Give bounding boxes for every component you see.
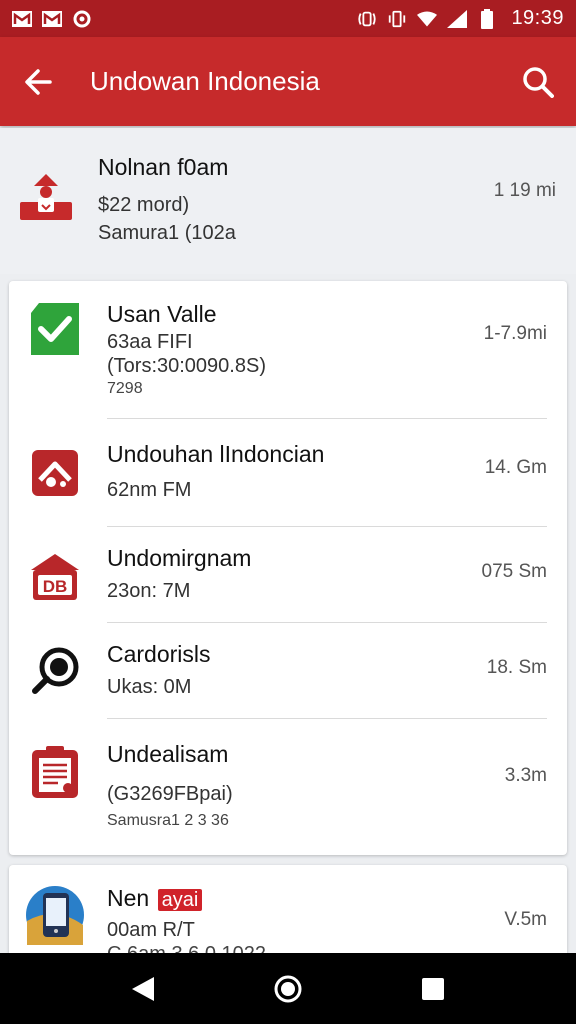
search-icon [523, 66, 554, 98]
search-button[interactable] [500, 37, 576, 126]
item-detail: 63aa FIFI [107, 331, 193, 353]
gmail-icon [12, 10, 32, 28]
item-name: Undouhan lIndoncian [107, 441, 325, 467]
item-detail: (G3269FBpai) [107, 783, 233, 805]
item-detail: 23on: 7M [107, 580, 191, 602]
page-title: Undowan Indonesia [90, 66, 320, 96]
item-name: Cardorisls [107, 641, 211, 667]
item-distance: 1 19 mi [493, 180, 556, 201]
magnifier-icon [27, 643, 83, 699]
list-item[interactable]: Usan Valle 63aa FIFI (Tors:30:0090.8S) 7… [9, 281, 567, 419]
nfc-icon [357, 10, 377, 28]
nav-recents-button[interactable] [403, 959, 463, 1019]
wifi-icon [417, 10, 438, 28]
list-item[interactable]: Nen ayai 00am R/T C 6am 3 6 0 1022 V.5m [9, 865, 567, 965]
item-detail: 62nm FM [107, 479, 192, 501]
signal-icon [447, 9, 468, 28]
status-time: 19:39 [511, 7, 564, 29]
item-name: Undealisam [107, 741, 229, 767]
list-item[interactable]: Undealisam (G3269FBpai) Samusra1 2 3 36 … [9, 719, 567, 855]
gmail-icon [42, 10, 62, 28]
list-item[interactable]: Undouhan lIndoncian 62nm FM 14. Gm [9, 419, 567, 527]
nav-recents-icon [422, 977, 445, 1000]
results-card: Usan Valle 63aa FIFI (Tors:30:0090.8S) 7… [9, 281, 567, 855]
nav-home-button[interactable] [258, 959, 318, 1019]
svg-text:DB: DB [43, 577, 68, 596]
list-item[interactable]: DB Undomirgnam 23on: 7M 075 Sm [9, 527, 567, 623]
item-distance: 14. Gm [484, 457, 547, 478]
phone-avatar-icon [25, 885, 85, 945]
item-name: Nen ayai [107, 885, 203, 912]
db-house-icon: DB [27, 549, 83, 605]
battery-icon [477, 8, 497, 29]
red-home-icon [27, 445, 83, 501]
list-item[interactable]: Nolnan f0am $22 mord) Samura1 (102a 1 19… [0, 128, 576, 274]
nav-back-button[interactable] [113, 959, 173, 1019]
item-detail: 7298 [107, 380, 143, 397]
item-badge: ayai [157, 889, 203, 911]
item-detail: $22 mord) [98, 194, 190, 216]
green-check-icon [27, 301, 83, 357]
item-distance: 3.3m [504, 765, 547, 786]
item-name: Usan Valle [107, 301, 217, 327]
status-bar: 19:39 [0, 0, 576, 37]
navigation-bar [0, 953, 576, 1024]
document-icon [27, 745, 83, 801]
back-button[interactable] [0, 37, 76, 126]
status-left-icons [12, 10, 92, 28]
item-distance: 1-7.9mi [483, 323, 547, 344]
nav-back-icon [131, 976, 154, 1001]
item-name: Nolnan f0am [98, 154, 229, 180]
back-arrow-icon [25, 68, 52, 95]
item-distance: 18. Sm [486, 657, 547, 678]
vibrate-icon [387, 10, 407, 28]
sync-icon [72, 10, 92, 28]
item-name: Undomirgnam [107, 545, 252, 571]
nav-home-icon [274, 975, 302, 1002]
item-distance: 075 Sm [481, 561, 547, 582]
results-card: Nen ayai 00am R/T C 6am 3 6 0 1022 V.5m [9, 865, 567, 965]
item-detail: 00am R/T [107, 919, 195, 941]
house-person-icon [18, 170, 74, 226]
item-detail: (Tors:30:0090.8S) [107, 355, 266, 377]
status-right-icons: 19:39 [357, 7, 564, 30]
item-distance: V.5m [504, 909, 547, 930]
item-detail: Samusra1 2 3 36 [107, 812, 229, 829]
list-item[interactable]: Cardorisls Ukas: 0M 18. Sm [9, 623, 567, 719]
item-detail: Ukas: 0M [107, 676, 192, 698]
app-bar: Undowan Indonesia [0, 37, 576, 126]
item-detail: Samura1 (102a [98, 222, 236, 244]
